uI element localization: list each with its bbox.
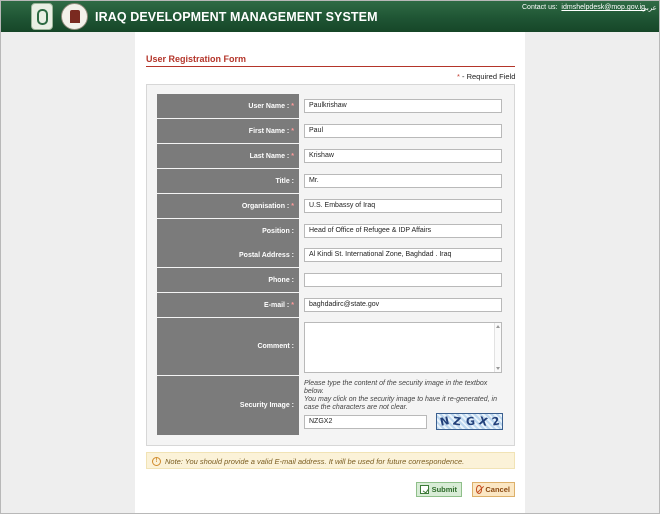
- first-name-label: First Name : *: [157, 119, 299, 143]
- e-mail-row: E-mail : * baghdadirc@state.gov: [157, 293, 507, 317]
- security-image-label: Security Image :: [157, 376, 299, 435]
- scroll-up-arrow-icon[interactable]: [496, 325, 500, 328]
- position-input[interactable]: Head of Office of Refugee & IDP Affairs: [304, 224, 502, 238]
- position-label: Position :: [157, 219, 299, 243]
- required-star: *: [291, 102, 294, 110]
- required-star: *: [291, 127, 294, 135]
- captcha-char: Z: [452, 414, 462, 429]
- e-mail-label: E-mail : *: [157, 293, 299, 317]
- e-mail-input[interactable]: baghdadirc@state.gov: [304, 298, 502, 312]
- submit-check-icon: [420, 485, 429, 494]
- comment-label: Comment :: [157, 318, 299, 375]
- contact-email-link[interactable]: idmshelpdesk@mop.gov.iq: [561, 4, 645, 11]
- postal-address-row: Postal Address : Al Kindi St. Internation…: [157, 243, 507, 267]
- cancel-button[interactable]: Cancel: [472, 482, 515, 497]
- required-star: *: [291, 301, 294, 309]
- app-title: IRAQ DEVELOPMENT MANAGEMENT SYSTEM: [95, 10, 378, 24]
- submit-button[interactable]: Submit: [416, 482, 462, 497]
- title-label: Title :: [157, 169, 299, 193]
- security-instructions: Please type the content of the security …: [304, 380, 497, 411]
- cancel-circle-icon: [476, 485, 483, 494]
- required-star: *: [291, 152, 294, 160]
- language-link[interactable]: عربي: [641, 4, 657, 12]
- captcha-char: 2: [490, 414, 501, 429]
- security-image-row: Security Image : Please type the content…: [157, 376, 507, 435]
- captcha-image[interactable]: NZGX2: [436, 413, 503, 430]
- info-icon: !: [152, 457, 161, 466]
- contact-info: Contact us: idmshelpdesk@mop.gov.iq: [522, 4, 645, 11]
- textarea-scrollbar[interactable]: [494, 323, 501, 372]
- first-name-input[interactable]: Paul: [304, 124, 502, 138]
- organisation-row: Organisation : * U.S. Embassy of Iraq: [157, 194, 507, 218]
- captcha-char: X: [477, 414, 489, 429]
- user-name-input[interactable]: Paulkrishaw: [304, 99, 502, 113]
- captcha-input[interactable]: NZGX2: [304, 415, 427, 429]
- organisation-input[interactable]: U.S. Embassy of Iraq: [304, 199, 502, 213]
- phone-input[interactable]: [304, 273, 502, 287]
- organisation-label: Organisation : *: [157, 194, 299, 218]
- required-star: *: [291, 202, 294, 210]
- postal-address-label: Postal Address :: [157, 243, 299, 267]
- system-logo: [31, 3, 53, 30]
- captcha-char: N: [438, 414, 451, 429]
- comment-row: Comment :: [157, 318, 507, 375]
- last-name-row: Last Name : * Krishaw: [157, 144, 507, 168]
- phone-label: Phone :: [157, 268, 299, 292]
- title-row: Title : Mr.: [157, 169, 507, 193]
- phone-row: Phone :: [157, 268, 507, 292]
- form-title: User Registration Form: [146, 54, 247, 64]
- scroll-down-arrow-icon[interactable]: [496, 367, 500, 370]
- email-note: ! Note: You should provide a valid E-mai…: [146, 452, 515, 469]
- title-input[interactable]: Mr.: [304, 174, 502, 188]
- required-field-note: * - Required Field: [457, 72, 516, 81]
- captcha-char: G: [465, 414, 476, 429]
- app-header: IRAQ DEVELOPMENT MANAGEMENT SYSTEM Conta…: [1, 1, 659, 32]
- user-name-label: User Name : *: [157, 94, 299, 118]
- user-name-row: User Name : * Paulkrishaw: [157, 94, 507, 118]
- contact-label: Contact us:: [522, 4, 558, 11]
- last-name-input[interactable]: Krishaw: [304, 149, 502, 163]
- postal-address-input[interactable]: Al Kindi St. International Zone, Baghdad…: [304, 248, 502, 262]
- ministry-seal-logo: [61, 3, 88, 30]
- first-name-row: First Name : * Paul: [157, 119, 507, 143]
- last-name-label: Last Name : *: [157, 144, 299, 168]
- comment-textarea[interactable]: [304, 322, 502, 373]
- title-divider: [146, 66, 515, 67]
- note-text: Note: You should provide a valid E-mail …: [165, 457, 465, 466]
- position-row: Position : Head of Office of Refugee & ID…: [157, 219, 507, 243]
